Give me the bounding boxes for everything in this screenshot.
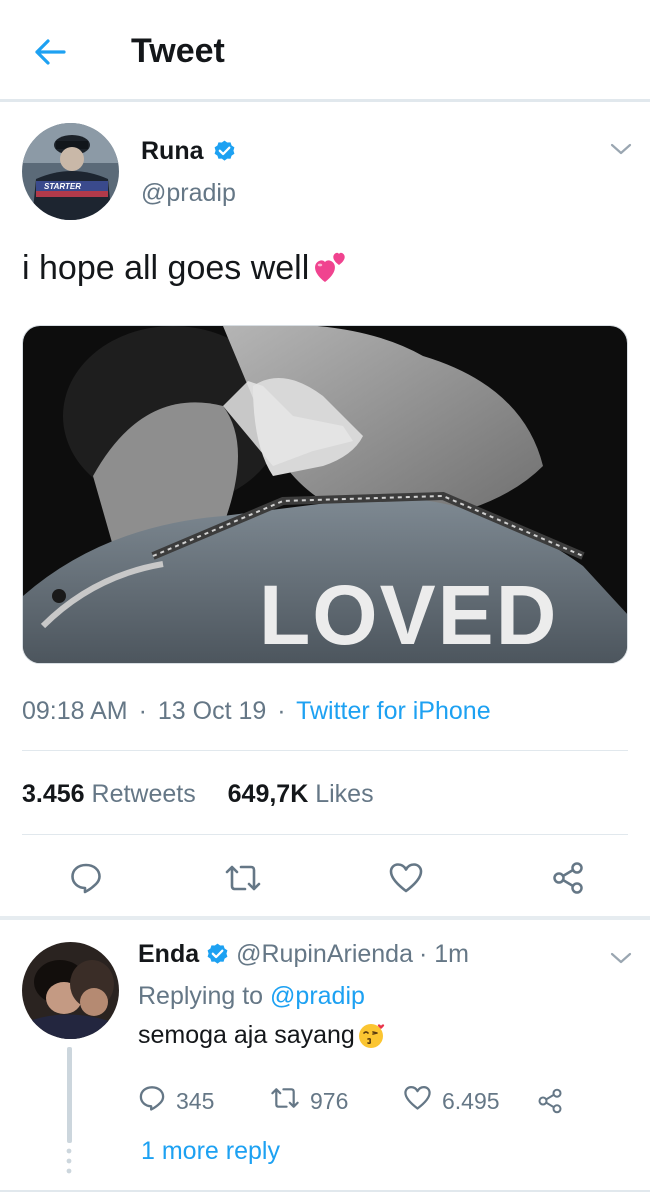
tweet-text: i hope all goes well [22,248,351,288]
author-name-row: Runa [141,137,237,166]
retweet-count: 976 [310,1087,349,1114]
replying-mention-link[interactable]: @pradip [270,982,365,1010]
tweet-meta: 09:18 AM · 13 Oct 19 · Twitter for iPhon… [22,697,491,726]
kissing-face-icon [357,1020,387,1050]
replying-prefix: Replying to [138,982,264,1010]
two-hearts-icon [311,248,351,288]
chevron-down-icon[interactable] [608,948,634,968]
reply-header: Enda @RupinArienda · 1m [138,940,469,969]
verified-badge-icon [205,942,230,967]
thread-line [67,1047,72,1143]
author-handle[interactable]: @pradip [141,179,236,208]
divider [0,1190,650,1192]
retweet-icon[interactable] [221,856,265,900]
verified-badge-icon [212,139,237,164]
meta-separator: · [138,697,147,725]
share-icon[interactable] [546,856,590,900]
comment-icon [138,1084,166,1118]
tweet-image[interactable]: LOVED [22,325,628,664]
back-arrow-icon[interactable] [30,34,70,70]
meta-separator: · [277,697,286,725]
like-icon [403,1084,432,1118]
reply-time: · 1m [419,940,469,968]
reply-author-handle[interactable]: @RupinArienda [236,940,413,969]
author-name[interactable]: Runa [141,137,204,166]
tweet-text-content: i hope all goes well [22,248,310,287]
comment-icon[interactable] [64,856,108,900]
reply-author-name[interactable]: Enda [138,940,199,969]
tweet-time: 09:18 AM [22,697,128,725]
replying-to: Replying to @pradip [138,982,365,1011]
divider [22,834,628,835]
thread-dots [66,1148,72,1176]
reply-text-content: semoga aja sayang [138,1020,355,1049]
reply-author-avatar[interactable] [22,942,119,1039]
top-bar: Tweet [0,0,650,102]
svg-text:STARTER: STARTER [44,182,81,191]
tweet-source-link[interactable]: Twitter for iPhone [296,697,491,725]
reply-comment-action[interactable]: 345 [138,1083,214,1119]
chevron-down-icon[interactable] [608,139,634,159]
share-icon[interactable] [536,1083,564,1119]
page-title: Tweet [131,32,225,70]
reply-text: semoga aja sayang [138,1020,387,1050]
reply-like-action[interactable]: 6.495 [403,1083,500,1119]
section-divider [0,916,650,920]
like-count: 6.495 [442,1087,500,1114]
more-replies-link[interactable]: 1 more reply [141,1137,280,1166]
image-overlay-text: LOVED [259,568,558,662]
retweet-icon [270,1084,300,1118]
tweet-action-bar [0,750,650,894]
reply-retweet-action[interactable]: 976 [270,1083,348,1119]
reply-action-bar: 345 976 6.495 [138,1083,598,1119]
author-avatar[interactable]: STARTER [22,123,119,220]
like-icon[interactable] [384,856,428,900]
tweet-date: 13 Oct 19 [157,697,267,725]
comment-count: 345 [176,1087,215,1114]
